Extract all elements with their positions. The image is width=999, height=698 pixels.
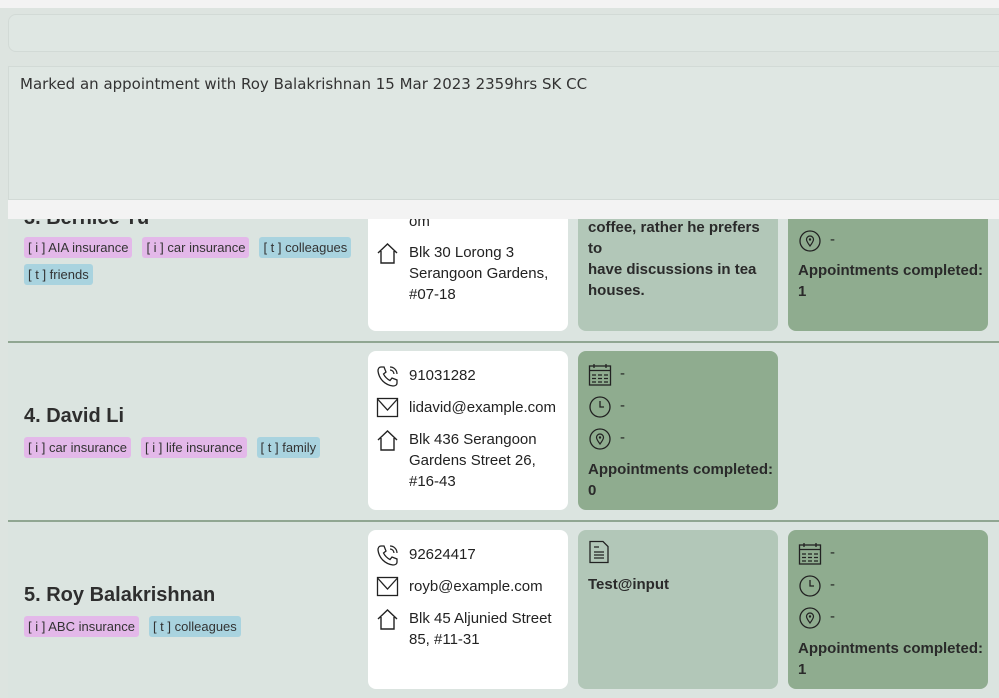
phone-text: 91031282 — [409, 367, 476, 384]
completed-label: Appointments completed: — [588, 461, 774, 478]
calendar-icon — [588, 364, 612, 386]
address-line: Blk 30 Lorong 3 — [409, 244, 515, 261]
contact-panel: om Blk 30 Lorong 3 Serangoon Gardens, #07-… — [368, 213, 568, 331]
address-row: Blk 436 Serangoon Gardens Street 26, #16-4… — [376, 429, 537, 492]
tag-chip: [ i ] car insurance — [142, 237, 250, 258]
email-text: lidavid@example.com — [409, 399, 556, 416]
appointment-panel: - Appointments completed: 1 — [788, 219, 988, 331]
appointment-panel: - - - Appointments completed: 0 — [578, 351, 778, 510]
person-name: 3. Bernice Yu — [24, 207, 150, 229]
note-icon-row — [588, 540, 610, 564]
location-icon — [589, 428, 611, 450]
clock-icon — [589, 396, 611, 418]
home-icon — [377, 609, 398, 630]
appointment-panel: - - - Appointments completed: 1 — [788, 530, 988, 689]
person-name: 5. Roy Balakrishnan — [24, 584, 216, 606]
phone-row: 92624417 — [376, 544, 476, 567]
time-row: - — [798, 574, 835, 598]
location-row: - — [798, 606, 835, 630]
contact-panel: 92624417 royb@example.com Blk 45 Aljunie… — [368, 530, 568, 689]
clock-icon — [799, 575, 821, 597]
address-line: Gardens Street 26, — [409, 452, 536, 469]
tag-chip: [ i ] life insurance — [141, 437, 247, 458]
date-text: - — [830, 544, 835, 561]
person-card[interactable]: 3. Bernice Yu [ i ] AIA insurance [ i ] … — [8, 207, 999, 343]
address-line: #07-18 — [409, 286, 456, 303]
address-line: Blk 45 Aljunied Street — [409, 610, 552, 627]
tag-chip: [ t ] family — [256, 437, 321, 458]
person-card[interactable]: 5. Roy Balakrishnan [ i ] ABC insurance … — [8, 522, 999, 698]
phone-icon — [377, 545, 398, 566]
location-text: - — [620, 429, 625, 446]
completed-count: 1 — [798, 661, 807, 678]
address-row: Blk 45 Aljunied Street 85, #11-31 — [376, 608, 552, 650]
location-row: - — [798, 229, 835, 253]
email-row: royb@example.com — [376, 576, 543, 597]
phone-text: 92624417 — [409, 546, 476, 563]
person-card[interactable]: 4. David Li [ i ] car insurance [ i ] li… — [8, 343, 999, 522]
time-text: - — [830, 576, 835, 593]
location-text: - — [830, 231, 835, 248]
home-icon — [377, 243, 398, 264]
location-row: - — [588, 427, 625, 451]
completed-count: 1 — [798, 283, 807, 300]
note-line: have discussions in tea — [588, 261, 757, 278]
note-line: coffee, rather he prefers to — [588, 219, 760, 257]
location-icon — [799, 230, 821, 252]
tag-list: [ i ] AIA insurance [ i ] car insurance … — [24, 237, 364, 285]
completed-label: Appointments completed: — [798, 640, 984, 657]
date-text: - — [620, 365, 625, 382]
tag-chip: [ i ] ABC insurance — [24, 616, 139, 637]
tag-list: [ i ] ABC insurance [ t ] colleagues — [24, 616, 364, 637]
person-name: 4. David Li — [24, 405, 125, 427]
calendar-icon — [798, 543, 822, 565]
email-icon — [376, 576, 399, 597]
completed-label: Appointments completed: — [798, 262, 984, 279]
date-row: - — [588, 363, 625, 387]
date-row: - — [798, 542, 835, 566]
tag-chip: [ i ] AIA insurance — [24, 237, 133, 258]
command-input[interactable] — [8, 14, 999, 52]
email-icon — [376, 397, 399, 418]
email-text: om — [409, 213, 430, 230]
note-line: houses. — [588, 282, 645, 299]
phone-row: 91031282 — [376, 365, 476, 388]
result-message: Marked an appointment with Roy Balakrish… — [20, 75, 588, 93]
location-icon — [799, 607, 821, 629]
email-row: lidavid@example.com — [376, 397, 556, 418]
result-display: Marked an appointment with Roy Balakrish… — [8, 66, 999, 200]
completed-count: 0 — [588, 482, 597, 499]
email-text: royb@example.com — [409, 578, 543, 595]
tag-chip: [ i ] car insurance — [24, 437, 131, 458]
address-line: 85, #11-31 — [409, 631, 480, 648]
location-text: - — [830, 608, 835, 625]
contact-panel: 91031282 lidavid@example.com Blk 436 Ser… — [368, 351, 568, 510]
phone-icon — [377, 366, 398, 387]
time-row: - — [588, 395, 625, 419]
note-text: Test@input — [588, 576, 670, 593]
note-panel: Test@input — [578, 530, 778, 689]
tag-list: [ i ] car insurance [ i ] life insurance… — [24, 437, 364, 458]
tag-chip: [ t ] colleagues — [259, 237, 352, 258]
top-strip — [0, 0, 999, 8]
address-line: Blk 436 Serangoon — [409, 431, 537, 448]
tag-chip: [ t ] colleagues — [148, 616, 241, 637]
address-row: Blk 30 Lorong 3 Serangoon Gardens, #07-18 — [376, 242, 548, 305]
note-panel: coffee, rather he prefers to have discuss… — [578, 219, 778, 331]
note-icon — [589, 540, 609, 564]
tag-chip: [ t ] friends — [24, 264, 93, 285]
person-list[interactable]: 3. Bernice Yu [ i ] AIA insurance [ i ] … — [8, 200, 999, 698]
home-icon — [377, 430, 398, 451]
time-text: - — [620, 397, 625, 414]
address-line: Serangoon Gardens, — [409, 265, 549, 282]
email-row: om — [376, 213, 430, 232]
address-line: #16-43 — [409, 473, 456, 490]
